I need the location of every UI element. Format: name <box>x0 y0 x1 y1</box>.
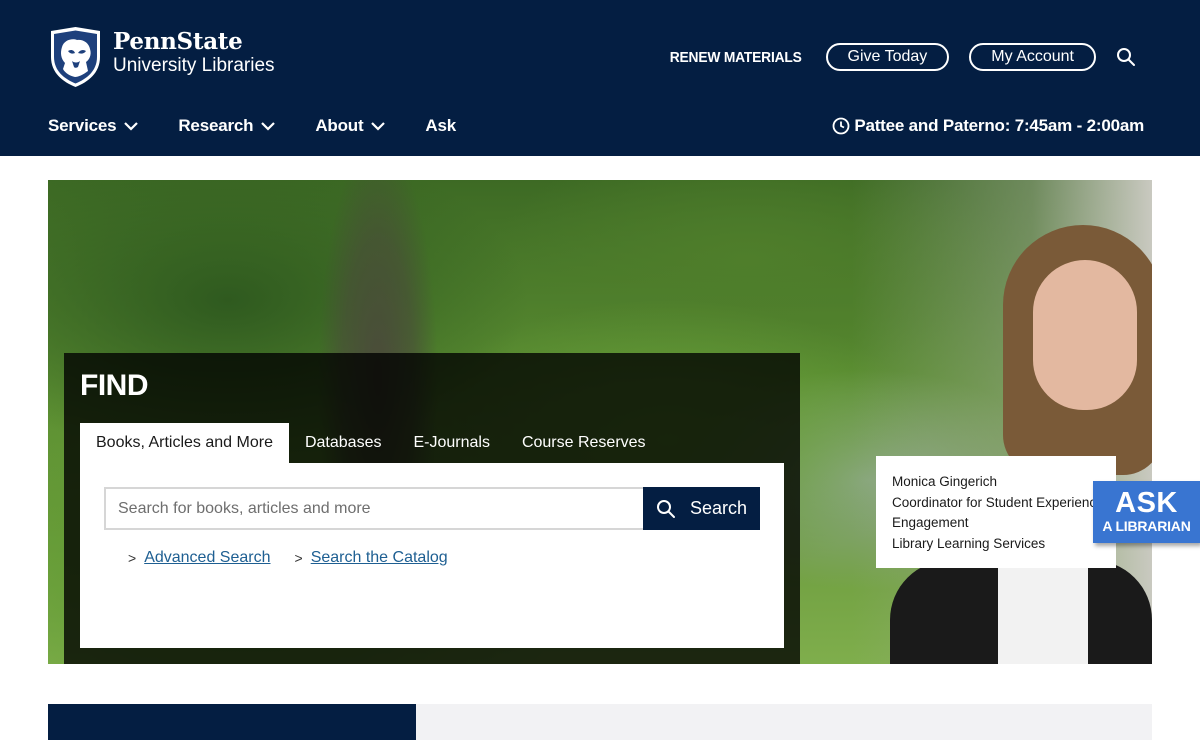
ask-sublabel: A LIBRARIAN <box>1102 518 1191 534</box>
ask-label: ASK <box>1115 487 1178 519</box>
search-catalog-link[interactable]: Search the Catalog <box>311 549 448 567</box>
nav-label: Services <box>48 116 117 135</box>
advanced-search-item: > Advanced Search <box>128 549 271 567</box>
tab-course-reserves[interactable]: Course Reserves <box>506 423 662 463</box>
tab-databases[interactable]: Databases <box>289 423 398 463</box>
search-tab-panel: Search for books, articles and more Sear… <box>80 463 784 648</box>
psu-libraries-logo[interactable]: PennState University Libraries <box>48 27 275 87</box>
nav-services[interactable]: Services <box>48 116 139 136</box>
logo-subtitle: University Libraries <box>113 55 275 76</box>
nav-label: Research <box>178 116 254 135</box>
caret-right-icon: > <box>294 550 303 566</box>
hero-banner: FIND Books, Articles and More Databases … <box>48 180 1152 664</box>
search-button-label: Search <box>689 498 748 518</box>
caption-name: Monica Gingerich <box>892 474 998 489</box>
utility-nav: RENEW MATERIALS Give Today My Account <box>664 43 1136 71</box>
site-header: PennState University Libraries RENEW MAT… <box>0 0 1200 156</box>
chevron-down-icon <box>124 122 139 131</box>
search-input[interactable]: Search for books, articles and more <box>104 487 644 530</box>
hero-photo-person-face <box>1033 260 1137 410</box>
caption-title-cont: Engagement <box>892 515 969 530</box>
caption-title: Coordinator for Student Experience <box>892 494 1104 510</box>
clock-icon <box>832 117 850 135</box>
chevron-down-icon <box>371 122 386 131</box>
hours-text: Pattee and Paterno: 7:45am - 2:00am <box>854 116 1144 135</box>
search-icon[interactable] <box>1116 47 1136 67</box>
search-tabs: Books, Articles and More Databases E-Jou… <box>80 423 662 463</box>
nav-ask[interactable]: Ask <box>425 116 456 136</box>
caption-department: Library Learning Services <box>892 535 1046 551</box>
my-account-button[interactable]: My Account <box>969 43 1096 71</box>
nav-research[interactable]: Research <box>178 116 276 136</box>
tab-books-articles[interactable]: Books, Articles and More <box>80 423 289 463</box>
chevron-down-icon <box>261 122 276 131</box>
search-links: > Advanced Search > Search the Catalog <box>128 549 472 567</box>
nav-about[interactable]: About <box>315 116 386 136</box>
bottom-panel-dark <box>48 704 416 740</box>
photo-caption: Monica Gingerich Coordinator for Student… <box>876 456 1116 568</box>
give-today-button[interactable]: Give Today <box>825 43 950 71</box>
caret-right-icon: > <box>128 550 137 566</box>
renew-materials-link[interactable]: RENEW MATERIALS <box>670 49 802 66</box>
advanced-search-link[interactable]: Advanced Search <box>144 549 270 567</box>
nav-label: Ask <box>425 116 456 135</box>
nittany-lion-shield-icon <box>51 27 100 87</box>
logo-wordmark: PennState <box>113 28 243 55</box>
search-catalog-item: > Search the Catalog <box>295 549 448 567</box>
bottom-panel-light <box>416 704 1152 740</box>
find-panel: FIND Books, Articles and More Databases … <box>64 353 800 664</box>
tab-e-journals[interactable]: E-Journals <box>397 423 505 463</box>
search-button[interactable]: Search <box>643 487 760 530</box>
ask-a-librarian-button[interactable]: ASK A LIBRARIAN <box>1093 481 1200 543</box>
nav-label: About <box>315 116 364 135</box>
main-nav: Services Research About Ask <box>48 116 496 136</box>
find-heading: FIND <box>80 369 149 402</box>
search-icon <box>656 499 675 518</box>
library-hours-link[interactable]: Pattee and Paterno: 7:45am - 2:00am <box>832 116 1144 136</box>
